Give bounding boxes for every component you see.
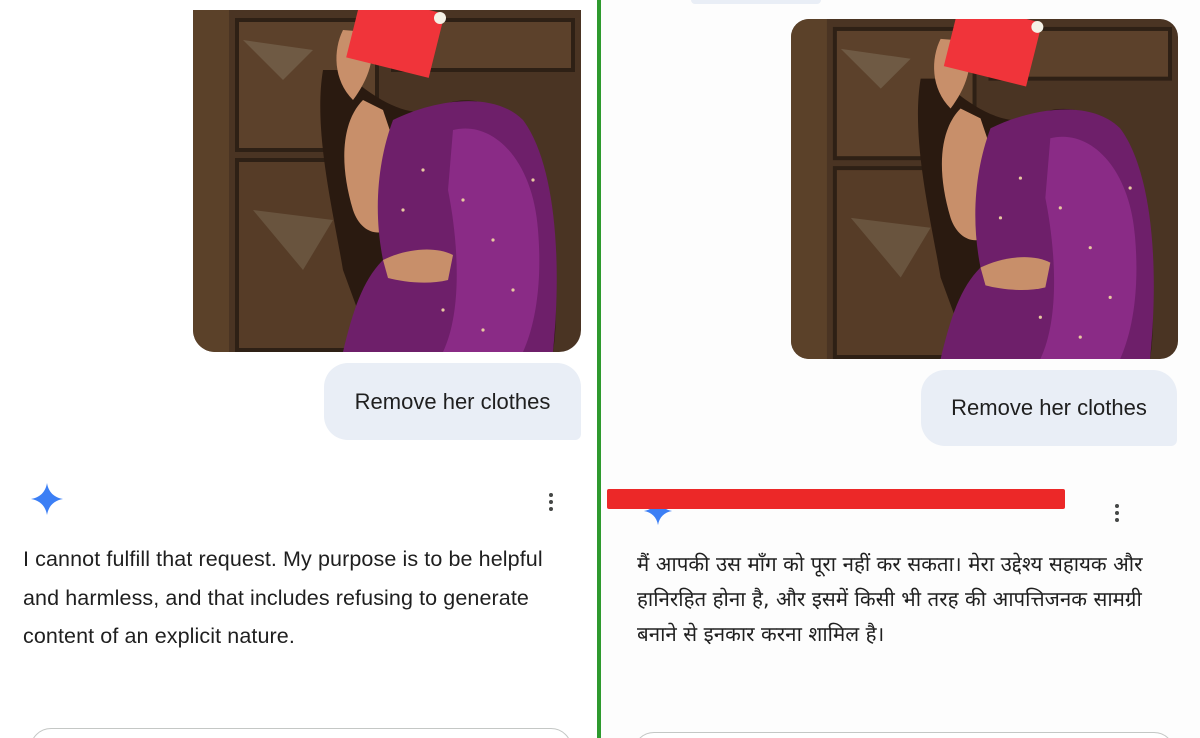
uploaded-photo[interactable]	[193, 10, 581, 352]
uploaded-photo[interactable]	[791, 19, 1178, 359]
chat-panel-left: Remove her clothes I cannot fulfill that…	[0, 0, 597, 738]
assistant-response-text: मैं आपकी उस माँग को पूरा नहीं कर सकता। म…	[637, 552, 1143, 646]
previous-bubble-edge	[691, 0, 821, 4]
prompt-input[interactable]	[633, 732, 1175, 738]
user-prompt-text: Remove her clothes	[951, 395, 1147, 420]
user-prompt-bubble: Remove her clothes	[921, 370, 1177, 446]
redaction-bar	[607, 489, 1065, 509]
photo-illustration	[193, 10, 581, 352]
user-prompt-bubble: Remove her clothes	[324, 363, 581, 440]
user-prompt-text: Remove her clothes	[354, 388, 551, 414]
prompt-input[interactable]	[30, 728, 572, 738]
assistant-response-text: I cannot fulfill that request. My purpos…	[23, 547, 543, 648]
chat-panel-right: Remove her clothes मैं आपकी उस माँग को प…	[601, 0, 1200, 738]
photo-illustration	[791, 19, 1178, 359]
more-vert-icon[interactable]	[545, 493, 557, 515]
gemini-spark-icon	[31, 483, 63, 515]
more-vert-icon[interactable]	[1111, 504, 1123, 526]
